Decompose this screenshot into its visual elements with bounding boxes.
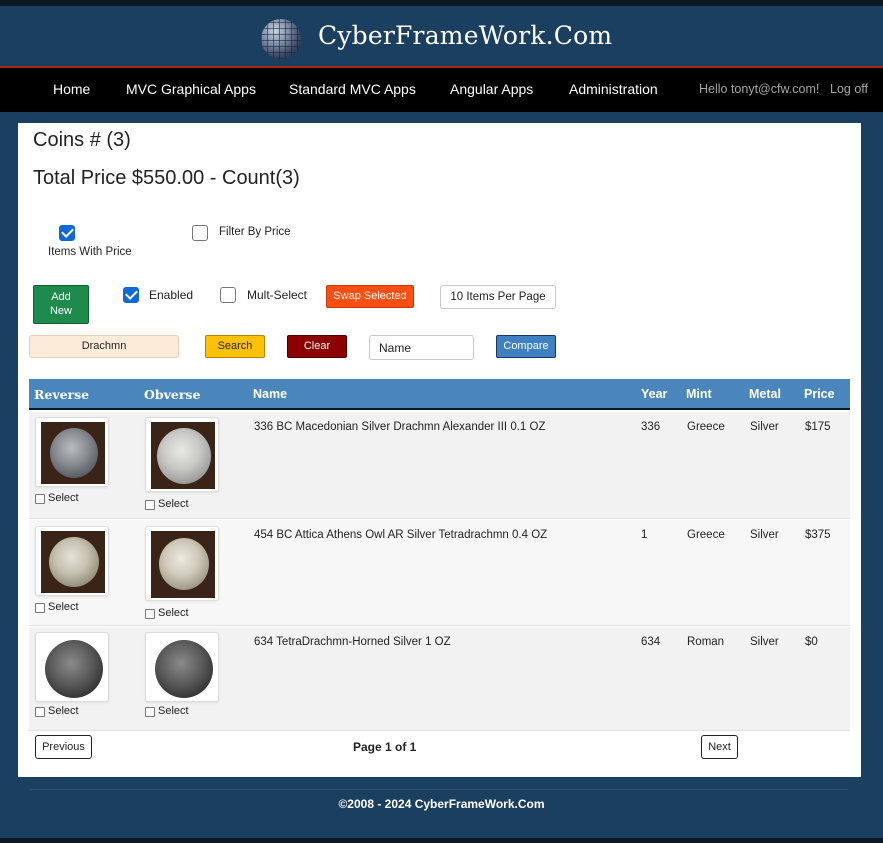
- items-with-price-label: Items With Price: [48, 246, 132, 258]
- nav-item-angular-apps[interactable]: Angular Apps: [450, 81, 533, 97]
- compare-button[interactable]: Compare: [496, 335, 556, 358]
- add-new-label-line1: Add: [51, 291, 71, 303]
- coin-photo-background: [151, 531, 215, 598]
- nav-item-standard-mvc-apps[interactable]: Standard MVC Apps: [289, 81, 416, 97]
- coin-price: $0: [805, 636, 818, 648]
- column-header-year[interactable]: Year: [641, 387, 667, 401]
- table-row: Select Select 454 BC Attica Athens Owl A…: [29, 520, 850, 626]
- obverse-select-label: Select: [158, 705, 189, 717]
- navbar: Home MVC Graphical Apps Standard MVC App…: [0, 68, 883, 112]
- items-with-price-checkbox[interactable]: [59, 225, 75, 241]
- column-header-reverse[interactable]: Reverse: [34, 387, 89, 402]
- coin-mint: Greece: [687, 421, 725, 433]
- reverse-select-label: Select: [48, 492, 79, 504]
- filter-by-price-label: Filter By Price: [219, 226, 291, 238]
- user-greeting-link[interactable]: Hello tonyt@cfw.com!: [699, 82, 819, 96]
- column-header-mint[interactable]: Mint: [686, 387, 712, 401]
- footer-copyright: ©2008 - 2024 CyberFrameWork.Com: [338, 797, 545, 811]
- reverse-select-label: Select: [48, 601, 79, 613]
- table-header: Reverse Obverse Name Year Mint Metal Pri…: [29, 379, 850, 410]
- multi-select-label: Mult-Select: [247, 288, 308, 302]
- coin-photo-background: [151, 422, 215, 489]
- name-input[interactable]: Name: [369, 335, 474, 360]
- coin-year: 1: [641, 529, 648, 541]
- nav-item-home[interactable]: Home: [53, 81, 90, 97]
- reverse-coin-image[interactable]: [35, 526, 109, 596]
- bottom-band: [0, 838, 883, 843]
- coin-icon: [157, 428, 211, 484]
- globe-icon: [261, 19, 301, 59]
- multi-select-checkbox[interactable]: [220, 287, 236, 303]
- obverse-coin-image[interactable]: [145, 417, 219, 492]
- reverse-select-checkbox[interactable]: [35, 494, 45, 504]
- reverse-select-label: Select: [48, 705, 79, 717]
- footer-divider: [30, 789, 848, 790]
- obverse-select-checkbox[interactable]: [145, 500, 155, 510]
- total-price-heading: Total Price $550.00 - Count(3): [33, 167, 300, 189]
- add-new-button[interactable]: Add New: [33, 285, 89, 324]
- enabled-label: Enabled: [149, 288, 194, 302]
- coin-price: $375: [805, 529, 831, 541]
- main-panel: Coins # (3) Total Price $550.00 - Count(…: [18, 123, 861, 777]
- nav-item-administration[interactable]: Administration: [569, 81, 658, 97]
- coin-mint: Greece: [687, 529, 725, 541]
- coin-icon: [49, 537, 99, 587]
- logout-link[interactable]: Log off: [830, 82, 868, 96]
- coin-metal: Silver: [750, 421, 779, 433]
- coin-icon: [45, 640, 103, 698]
- brand-title[interactable]: CyberFrameWork.Com: [318, 21, 612, 50]
- coin-mint: Roman: [687, 636, 725, 648]
- obverse-select-checkbox[interactable]: [145, 707, 155, 717]
- reverse-select-checkbox[interactable]: [35, 707, 45, 717]
- previous-page-button[interactable]: Previous: [35, 735, 92, 759]
- search-input[interactable]: Drachmn: [29, 335, 179, 358]
- coin-metal: Silver: [750, 636, 779, 648]
- table-row: Select Select 336 BC Macedonian Silver D…: [29, 412, 850, 519]
- reverse-coin-image[interactable]: [35, 417, 109, 487]
- coin-icon: [155, 640, 213, 698]
- reverse-select-checkbox[interactable]: [35, 603, 45, 613]
- table-row: Select Select 634 TetraDrachmn-Horned Si…: [29, 627, 850, 731]
- coin-icon: [50, 428, 98, 478]
- page-info: Page 1 of 1: [353, 740, 417, 754]
- coin-name: 634 TetraDrachmn-Horned Silver 1 OZ: [254, 636, 451, 648]
- coin-photo-background: [41, 531, 105, 593]
- coin-icon: [159, 538, 209, 590]
- nav-item-mvc-graphical-apps[interactable]: MVC Graphical Apps: [126, 81, 256, 97]
- search-button[interactable]: Search: [205, 335, 265, 358]
- enabled-checkbox[interactable]: [123, 287, 139, 303]
- coins-count-heading: Coins # (3): [33, 129, 131, 151]
- coin-name: 336 BC Macedonian Silver Drachmn Alexand…: [254, 421, 546, 433]
- column-header-name[interactable]: Name: [253, 387, 287, 401]
- column-header-metal[interactable]: Metal: [749, 387, 781, 401]
- obverse-select-checkbox[interactable]: [145, 609, 155, 619]
- brand-header: CyberFrameWork.Com: [0, 0, 883, 66]
- coin-photo-background: [41, 422, 105, 484]
- column-header-price[interactable]: Price: [804, 387, 835, 401]
- next-page-button[interactable]: Next: [701, 735, 738, 759]
- coin-year: 336: [641, 421, 661, 433]
- add-new-label-line2: New: [49, 305, 72, 317]
- filter-by-price-checkbox[interactable]: [192, 225, 208, 241]
- coin-metal: Silver: [750, 529, 779, 541]
- swap-selected-button[interactable]: Swap Selected: [326, 285, 414, 308]
- obverse-coin-image[interactable]: [145, 632, 219, 702]
- clear-button[interactable]: Clear: [287, 335, 347, 358]
- items-per-page-select[interactable]: 10 Items Per Page: [440, 285, 556, 309]
- coin-year: 634: [641, 636, 661, 648]
- coin-photo-background: [151, 637, 215, 699]
- obverse-select-label: Select: [158, 607, 189, 619]
- coin-photo-background: [41, 637, 105, 699]
- obverse-select-label: Select: [158, 498, 189, 510]
- reverse-coin-image[interactable]: [35, 632, 109, 702]
- column-header-obverse[interactable]: Obverse: [144, 387, 200, 402]
- coin-name: 454 BC Attica Athens Owl AR Silver Tetra…: [254, 529, 548, 541]
- obverse-coin-image[interactable]: [145, 526, 219, 601]
- coin-price: $175: [805, 421, 831, 433]
